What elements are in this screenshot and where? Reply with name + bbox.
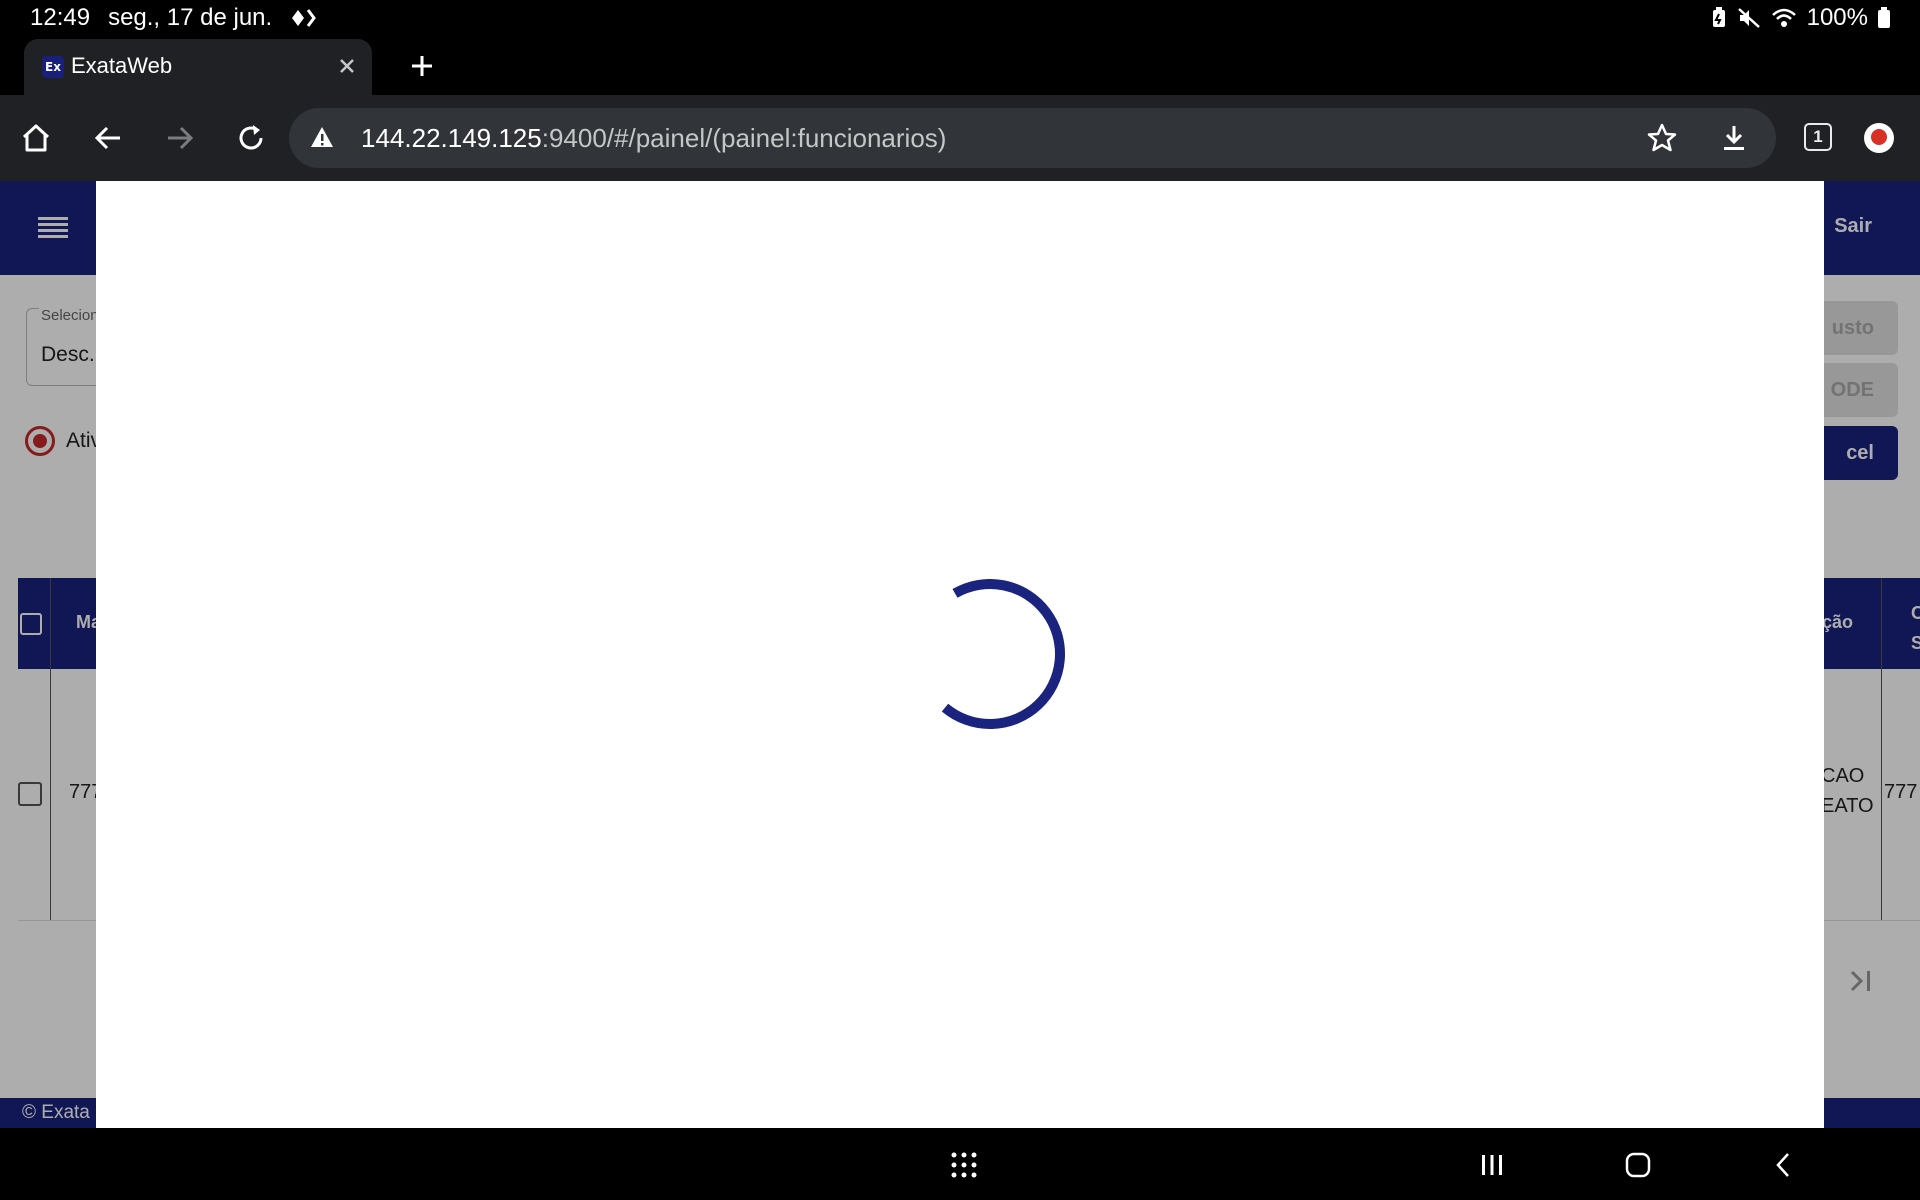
tab-strip: Ex ExataWeb (0, 36, 1920, 95)
system-nav-bar (0, 1128, 1920, 1200)
back-nav-icon[interactable] (1764, 1145, 1804, 1185)
not-secure-icon[interactable] (309, 124, 335, 155)
battery-saver-icon (1711, 7, 1727, 29)
browser-toolbar: 144.22.149.125:9400/#/painel/(painel:fun… (0, 95, 1920, 181)
battery-icon (1878, 7, 1890, 29)
tab-title: ExataWeb (71, 53, 173, 78)
url-host: 144.22.149.125 (361, 123, 542, 153)
forward-icon[interactable] (158, 116, 202, 160)
back-icon[interactable] (86, 116, 130, 160)
home-icon[interactable] (14, 116, 58, 160)
profile-update-icon[interactable] (1864, 123, 1894, 153)
browser-tab[interactable]: Ex ExataWeb (24, 39, 372, 95)
data-transfer-icon (290, 6, 320, 30)
new-tab-icon[interactable] (404, 48, 440, 84)
download-icon[interactable] (1718, 122, 1750, 159)
recent-apps-icon[interactable] (1472, 1145, 1512, 1185)
favicon-icon: Ex (42, 56, 64, 78)
mute-icon (1737, 7, 1761, 29)
status-bar: 12:49 seg., 17 de jun. 100% (0, 0, 1920, 36)
loading-dialog (96, 181, 1824, 1128)
reload-icon[interactable] (229, 116, 273, 160)
bookmark-star-icon[interactable] (1646, 122, 1678, 159)
wifi-icon (1771, 7, 1797, 29)
battery-level: 100% (1806, 4, 1868, 31)
url-text[interactable]: 144.22.149.125:9400/#/painel/(painel:fun… (361, 123, 946, 154)
close-tab-icon[interactable] (332, 51, 362, 81)
home-nav-icon[interactable] (1618, 1145, 1658, 1185)
tab-switcher-button[interactable]: 1 (1804, 123, 1832, 151)
url-path: :9400/#/painel/(painel:funcionarios) (541, 123, 947, 153)
address-bar[interactable]: 144.22.149.125:9400/#/painel/(painel:fun… (289, 108, 1776, 168)
loading-spinner-icon (941, 579, 1065, 729)
status-time: 12:49 (30, 4, 91, 31)
app-drawer-icon[interactable] (944, 1145, 984, 1185)
status-date: seg., 17 de jun. (108, 4, 273, 31)
